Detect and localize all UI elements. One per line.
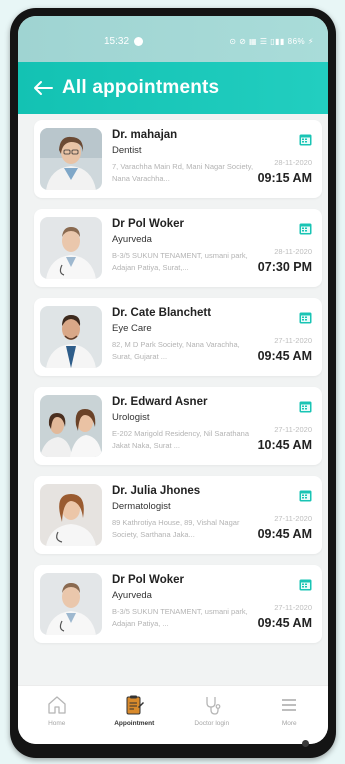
- page-title: All appointments: [62, 77, 220, 98]
- appointment-date: 27-11-2020: [274, 336, 312, 345]
- calendar-icon: [299, 401, 312, 413]
- nav-appointment-label: Appointment: [114, 720, 155, 727]
- camera-dot: [302, 740, 309, 747]
- bottom-navigation: Home Appointment Doctor login More: [18, 685, 328, 744]
- clinic-address: 89 Kathrotiya House, 89, Vishal Nagar So…: [112, 518, 240, 539]
- home-icon: [48, 696, 66, 714]
- doctor-photo: [40, 484, 102, 546]
- clinic-address: B-3/5 SUKUN TENAMENT, usmani park, Adaja…: [112, 607, 248, 628]
- appointment-date: 28-11-2020: [274, 158, 312, 167]
- doctor-name: Dr. mahajan: [112, 129, 178, 141]
- nav-doctor-login-label: Doctor login: [194, 720, 230, 727]
- stethoscope-icon: [206, 697, 221, 715]
- doctor-photo: [40, 306, 102, 368]
- clinic-address: 82, M D Park Society, Nana Varachha, Sur…: [112, 340, 240, 361]
- nav-home[interactable]: Home: [18, 686, 96, 744]
- appointment-card[interactable]: Dr. Edward Asner Urologist E-202 Marigol…: [34, 387, 322, 465]
- appointment-date: 27-11-2020: [274, 514, 312, 523]
- appointment-date: 27-11-2020: [274, 425, 312, 434]
- clinic-address: 7, Varachha Main Rd, Mani Nagar Society,…: [112, 162, 254, 183]
- appointment-time: 09:45 AM: [257, 349, 312, 363]
- nav-home-label: Home: [48, 720, 66, 727]
- menu-icon: [282, 699, 297, 711]
- doctor-specialty: Eye Care: [112, 323, 152, 334]
- doctor-specialty: Dentist: [112, 145, 142, 156]
- appointment-time: 10:45 AM: [257, 438, 312, 452]
- appointment-time: 07:30 PM: [257, 260, 312, 274]
- appointment-date: 27-11-2020: [274, 603, 312, 612]
- appointment-clipboard-icon: [126, 695, 145, 715]
- nav-doctor-login[interactable]: Doctor login: [173, 686, 251, 744]
- phone-frame: 15:32 ⊙ ⊘ ▦ ☰ ▯▮▮ 86% ⚡ All appointments…: [10, 8, 336, 758]
- appointment-card[interactable]: Dr. Cate Blanchett Eye Care 82, M D Park…: [34, 298, 322, 376]
- doctor-name: Dr. Julia Jhones: [112, 485, 201, 497]
- calendar-icon: [299, 312, 312, 324]
- nav-more[interactable]: More: [251, 686, 329, 744]
- clinic-address: E-202 Marigold Residency, Nil Sarathana …: [112, 429, 250, 450]
- appointment-time: 09:45 AM: [257, 616, 312, 630]
- appointment-card[interactable]: Dr. mahajan Dentist 7, Varachha Main Rd,…: [34, 120, 322, 198]
- status-bar: 15:32 ⊙ ⊘ ▦ ☰ ▯▮▮ 86% ⚡: [18, 16, 328, 62]
- appointment-date: 28-11-2020: [274, 247, 312, 256]
- calendar-icon: [299, 223, 312, 235]
- status-indicators: ⊙ ⊘ ▦ ☰ ▯▮▮ 86% ⚡: [229, 37, 314, 46]
- appointment-card[interactable]: Dr. Julia Jhones Dermatologist 89 Kathro…: [34, 476, 322, 554]
- appointment-time: 09:15 AM: [257, 171, 312, 185]
- appointment-time: 09:45 AM: [257, 527, 312, 541]
- app-screen: 15:32 ⊙ ⊘ ▦ ☰ ▯▮▮ 86% ⚡ All appointments…: [18, 16, 328, 744]
- app-bar: All appointments: [18, 62, 328, 114]
- back-arrow-icon[interactable]: [32, 77, 54, 99]
- doctor-specialty: Ayurveda: [112, 234, 152, 245]
- calendar-icon: [299, 490, 312, 502]
- doctor-photo: [40, 128, 102, 190]
- status-time: 15:32: [104, 36, 144, 47]
- doctor-name: Dr. Cate Blanchett: [112, 307, 212, 319]
- doctor-photo: [40, 395, 102, 457]
- calendar-icon: [299, 134, 312, 146]
- doctor-specialty: Urologist: [112, 412, 150, 423]
- doctor-name: Dr. Edward Asner: [112, 396, 208, 408]
- notification-icon: [134, 37, 144, 46]
- appointment-card[interactable]: Dr Pol Woker Ayurveda B-3/5 SUKUN TENAME…: [34, 209, 322, 287]
- doctor-photo: [40, 573, 102, 635]
- doctor-name: Dr Pol Woker: [112, 218, 184, 230]
- clinic-address: B-3/5 SUKUN TENAMENT, usmani park, Adaja…: [112, 251, 248, 272]
- nav-more-label: More: [281, 720, 297, 727]
- appointment-card[interactable]: Dr Pol Woker Ayurveda B-3/5 SUKUN TENAME…: [34, 565, 322, 643]
- doctor-name: Dr Pol Woker: [112, 574, 184, 586]
- doctor-specialty: Dermatologist: [112, 501, 171, 512]
- doctor-photo: [40, 217, 102, 279]
- nav-appointment[interactable]: Appointment: [96, 686, 174, 744]
- doctor-specialty: Ayurveda: [112, 590, 152, 601]
- calendar-icon: [299, 579, 312, 591]
- clock: 15:32: [104, 36, 130, 47]
